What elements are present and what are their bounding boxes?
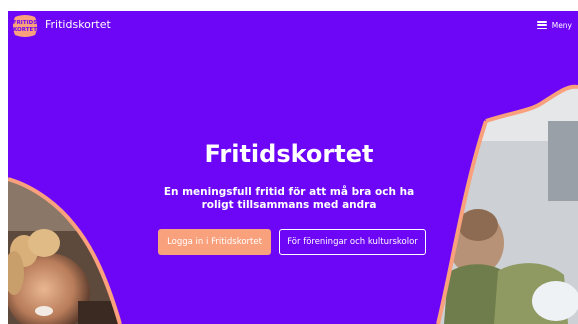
top-navigation: FRITIDS KORTET Fritidskortet Meny <box>8 11 578 41</box>
login-button[interactable]: Logga in i Fritidskortet <box>158 229 271 255</box>
menu-button[interactable]: Meny <box>536 18 572 32</box>
svg-text:FRITIDS: FRITIDS <box>13 20 37 26</box>
logo-icon[interactable]: FRITIDS KORTET <box>12 14 38 38</box>
menu-label: Meny <box>551 20 572 30</box>
associations-button[interactable]: För föreningar och kulturskolor <box>279 229 426 255</box>
brand-name[interactable]: Fritidskortet <box>45 18 111 32</box>
hero-title: Fritidskortet <box>204 140 374 168</box>
svg-text:KORTET: KORTET <box>13 27 37 33</box>
hero-subtitle: En meningsfull fritid för att må bra och… <box>163 186 415 211</box>
hamburger-menu-icon <box>536 21 547 29</box>
